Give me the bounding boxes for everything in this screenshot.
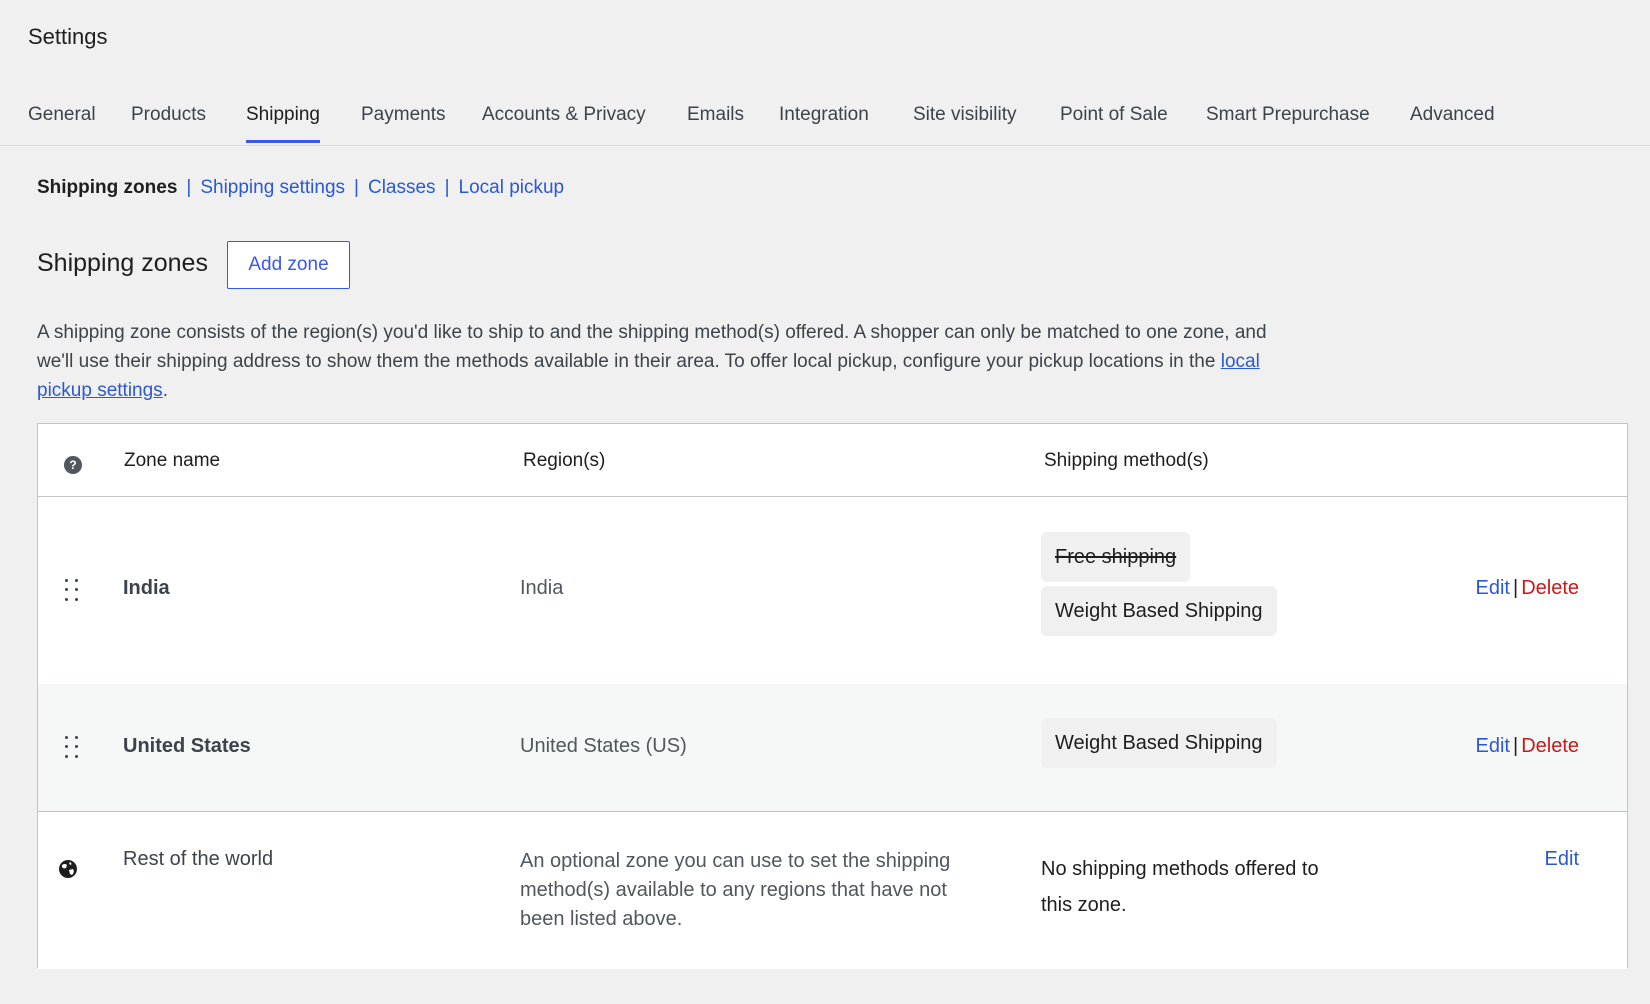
zones-description: A shipping zone consists of the region(s…: [37, 322, 1267, 401]
tab-advanced[interactable]: Advanced: [1410, 104, 1495, 140]
method-badge: Free shipping: [1041, 532, 1191, 582]
delete-link[interactable]: Delete: [1521, 577, 1579, 599]
globe-icon: [59, 860, 77, 878]
table-row: India India Free shipping Weight Based S…: [38, 498, 1627, 684]
header-methods: Shipping method(s): [1044, 450, 1209, 471]
tab-products[interactable]: Products: [131, 104, 206, 140]
subnav-local-pickup[interactable]: Local pickup: [459, 177, 565, 198]
tab-general[interactable]: General: [28, 104, 96, 140]
tab-emails[interactable]: Emails: [687, 104, 744, 140]
page-title: Settings: [28, 24, 108, 49]
row-actions: Edit: [1545, 848, 1579, 871]
subnav-separator: |: [354, 177, 359, 198]
section-heading: Shipping zones: [37, 249, 208, 277]
zone-region: India: [520, 577, 564, 599]
table-row: United States United States (US) Weight …: [38, 684, 1627, 812]
zone-name: United States: [123, 735, 251, 757]
shipping-subnav: Shipping zones | Shipping settings | Classes…: [37, 177, 564, 199]
no-methods-text: No shipping methods offered to this zone…: [1041, 858, 1319, 916]
drag-handle-icon[interactable]: [65, 579, 79, 603]
zone-name: Rest of the world: [123, 848, 274, 870]
tab-site-visibility[interactable]: Site visibility: [913, 104, 1016, 140]
subnav-separator: |: [444, 177, 450, 198]
row-actions: Edit | Delete: [1475, 735, 1579, 757]
table-row-rest-of-world: Rest of the world An optional zone you c…: [38, 813, 1627, 969]
header-regions: Region(s): [523, 450, 606, 471]
header-zone-name: Zone name: [124, 450, 221, 471]
row-actions: Edit | Delete: [1475, 577, 1579, 599]
add-zone-button[interactable]: Add zone: [227, 241, 350, 289]
edit-link[interactable]: Edit: [1476, 735, 1510, 757]
tab-point-of-sale[interactable]: Point of Sale: [1060, 104, 1168, 140]
subnav-shipping-settings[interactable]: Shipping settings: [200, 177, 345, 198]
tab-shipping[interactable]: Shipping: [246, 104, 320, 143]
tab-payments[interactable]: Payments: [361, 104, 445, 140]
help-icon[interactable]: ?: [64, 456, 82, 474]
subnav-shipping-zones: Shipping zones: [37, 177, 178, 198]
edit-link[interactable]: Edit: [1545, 848, 1579, 870]
edit-link[interactable]: Edit: [1476, 577, 1510, 599]
method-badge: Weight Based Shipping: [1041, 586, 1277, 636]
zone-name: India: [123, 577, 170, 599]
method-badge: Weight Based Shipping: [1041, 718, 1277, 768]
zone-description: An optional zone you can use to set the …: [520, 850, 951, 930]
subnav-separator: |: [186, 177, 192, 198]
settings-tabs: General Products Shipping Payments Accou…: [0, 96, 1650, 146]
delete-link[interactable]: Delete: [1521, 735, 1579, 757]
shipping-zones-table: ? Zone name Region(s) Shipping method(s)…: [37, 423, 1628, 969]
subnav-classes[interactable]: Classes: [368, 177, 436, 198]
table-header: ? Zone name Region(s) Shipping method(s): [38, 424, 1627, 497]
zone-region: United States (US): [520, 735, 687, 757]
tab-smart-prepurchase[interactable]: Smart Prepurchase: [1206, 104, 1370, 140]
tab-accounts-privacy[interactable]: Accounts & Privacy: [482, 104, 646, 140]
drag-handle-icon[interactable]: [65, 736, 79, 760]
tab-integration[interactable]: Integration: [779, 104, 869, 140]
